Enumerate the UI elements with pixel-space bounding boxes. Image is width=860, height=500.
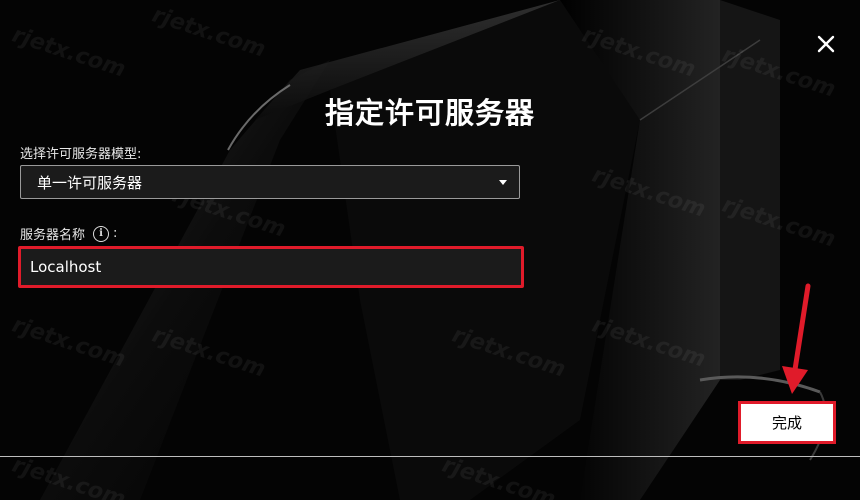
server-name-input[interactable] (18, 246, 524, 288)
dialog-title: 指定许可服务器 (324, 96, 535, 130)
caret-down-icon (499, 179, 507, 185)
close-button[interactable] (812, 30, 840, 58)
footer-divider (0, 456, 860, 457)
close-icon (817, 35, 835, 53)
info-icon[interactable]: i (93, 225, 110, 242)
annotation-arrow-icon (782, 283, 811, 394)
server-model-label: 选择许可服务器模型: (20, 147, 142, 162)
server-model-select[interactable]: 单一许可服务器 (20, 165, 520, 199)
server-name-label: 服务器名称 (20, 228, 86, 243)
server-name-label-row: 服务器名称 i : (20, 225, 118, 243)
server-model-value: 单一许可服务器 (37, 173, 143, 192)
license-server-dialog: rjetx.com rjetx.com rjetx.com rjetx.com … (0, 0, 860, 500)
done-button[interactable]: 完成 (738, 401, 836, 444)
